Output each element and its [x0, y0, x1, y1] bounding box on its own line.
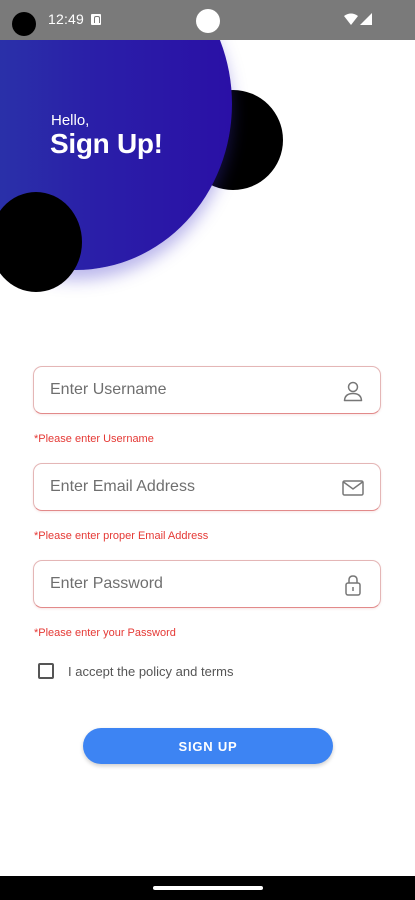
page-title: Sign Up! [50, 128, 163, 159]
signup-screen: 12:49 Hello, Sign Up! *Please enter User… [0, 0, 415, 900]
signal-icon [360, 13, 372, 25]
password-field[interactable] [33, 560, 381, 608]
password-input[interactable] [50, 561, 330, 607]
navigation-bar [0, 876, 415, 900]
front-camera-icon [196, 9, 220, 33]
policy-checkbox[interactable] [38, 663, 54, 679]
sign-up-button[interactable]: SIGN UP [83, 728, 333, 764]
lock-icon [345, 575, 361, 596]
username-field[interactable] [33, 366, 381, 414]
camera-cutout-icon [12, 12, 36, 36]
status-bar: 12:49 [0, 0, 415, 40]
username-error: *Please enter Username [34, 433, 154, 445]
password-error: *Please enter your Password [34, 627, 176, 639]
username-input[interactable] [50, 367, 330, 413]
email-input[interactable] [50, 464, 330, 510]
wifi-icon [344, 13, 358, 25]
policy-checkbox-label[interactable]: I accept the policy and terms [68, 664, 233, 679]
email-field[interactable] [33, 463, 381, 511]
decorative-circle-left [0, 192, 82, 292]
greeting-text: Hello, [51, 112, 90, 129]
notification-icon [91, 14, 101, 25]
email-error: *Please enter proper Email Address [34, 530, 209, 542]
person-icon [343, 381, 363, 402]
mail-icon [342, 480, 364, 496]
home-gesture-handle[interactable] [153, 886, 263, 890]
status-time: 12:49 [48, 11, 85, 27]
